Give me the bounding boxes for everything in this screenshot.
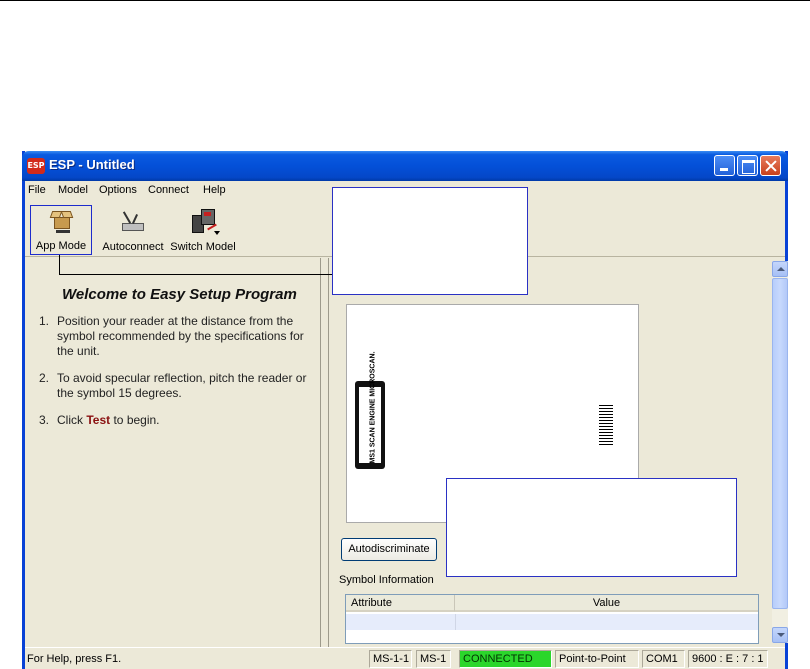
step-text: To avoid specular reflection, pitch the …	[57, 371, 307, 400]
reader-label: MS1 SCAN ENGINE MICROSCAN.	[369, 351, 377, 464]
top-rule	[0, 0, 810, 1]
step-2: 2. To avoid specular reflection, pitch t…	[39, 371, 314, 401]
app-mode-label: App Mode	[35, 240, 87, 252]
app-mode-button[interactable]: App Mode	[30, 205, 92, 255]
step-3: 3. Click Test to begin.	[39, 413, 314, 428]
autodiscriminate-button[interactable]: Autodiscriminate	[341, 538, 437, 561]
package-icon	[49, 211, 74, 233]
step-text: Position your reader at the distance fro…	[57, 314, 304, 358]
switch-model-button[interactable]: Switch Model	[167, 205, 239, 255]
window-title: ESP - Untitled	[49, 157, 135, 172]
column-header-attribute[interactable]: Attribute	[346, 595, 455, 612]
status-mode: Point-to-Point	[555, 650, 639, 668]
scroll-thumb[interactable]	[772, 278, 788, 609]
status-connection: CONNECTED	[459, 650, 552, 668]
menu-help[interactable]: Help	[203, 184, 226, 196]
status-port: COM1	[642, 650, 685, 668]
scroll-down-arrow-icon[interactable]	[772, 627, 788, 643]
status-bar: For Help, press F1. MS-1-1 MS-1 CONNECTE…	[25, 647, 785, 669]
menu-file[interactable]: File	[28, 184, 46, 196]
menu-connect[interactable]: Connect	[148, 184, 189, 196]
vertical-scrollbar[interactable]	[772, 261, 788, 643]
step-text-post: to begin.	[110, 413, 160, 427]
preview-content: MS1 SCAN ENGINE MICROSCAN. Autodiscrimin…	[329, 258, 769, 647]
step-number: 2.	[39, 371, 50, 385]
callout-leader-line	[59, 274, 332, 275]
menu-model[interactable]: Model	[58, 184, 88, 196]
step-number: 3.	[39, 413, 50, 427]
setup-steps: 1. Position your reader at the distance …	[39, 314, 314, 440]
minimize-button[interactable]	[714, 155, 735, 176]
menu-options[interactable]: Options	[99, 184, 137, 196]
switch-model-label: Switch Model	[170, 241, 236, 253]
scanner-icon	[190, 207, 220, 235]
reader-image: MS1 SCAN ENGINE MICROSCAN.	[355, 351, 385, 469]
autoconnect-button[interactable]: Autoconnect	[100, 205, 166, 255]
welcome-panel: Welcome to Easy Setup Program 1. Positio…	[25, 258, 321, 647]
barcode-image	[599, 405, 613, 447]
status-model-full: MS-1-1	[369, 650, 412, 668]
autoconnect-label: Autoconnect	[102, 241, 164, 253]
table-row[interactable]	[346, 614, 758, 630]
close-button[interactable]	[760, 155, 781, 176]
step-number: 1.	[39, 314, 50, 328]
step-1: 1. Position your reader at the distance …	[39, 314, 314, 359]
symbol-information-label: Symbol Information	[339, 574, 434, 586]
test-keyword: Test	[86, 413, 111, 427]
status-settings: 9600 : E : 7 : 1	[688, 650, 768, 668]
esp-app-icon: ESP	[27, 158, 45, 174]
title-bar[interactable]: ESP ESP - Untitled	[22, 151, 788, 181]
serial-cable-icon	[120, 211, 146, 233]
status-model: MS-1	[416, 650, 451, 668]
maximize-button[interactable]	[737, 155, 758, 176]
scroll-up-arrow-icon[interactable]	[772, 261, 788, 277]
status-help-text: For Help, press F1.	[27, 653, 122, 665]
step-text-pre: Click	[57, 413, 87, 427]
symbol-info-table: Attribute Value	[345, 594, 759, 644]
callout-leader-line	[59, 255, 60, 274]
column-header-value[interactable]: Value	[455, 595, 758, 612]
callout-box-top	[332, 187, 528, 295]
welcome-title: Welcome to Easy Setup Program	[62, 286, 297, 303]
preview-panel: MS1 SCAN ENGINE MICROSCAN. Autodiscrimin…	[328, 258, 788, 647]
callout-box-bottom	[446, 478, 737, 577]
